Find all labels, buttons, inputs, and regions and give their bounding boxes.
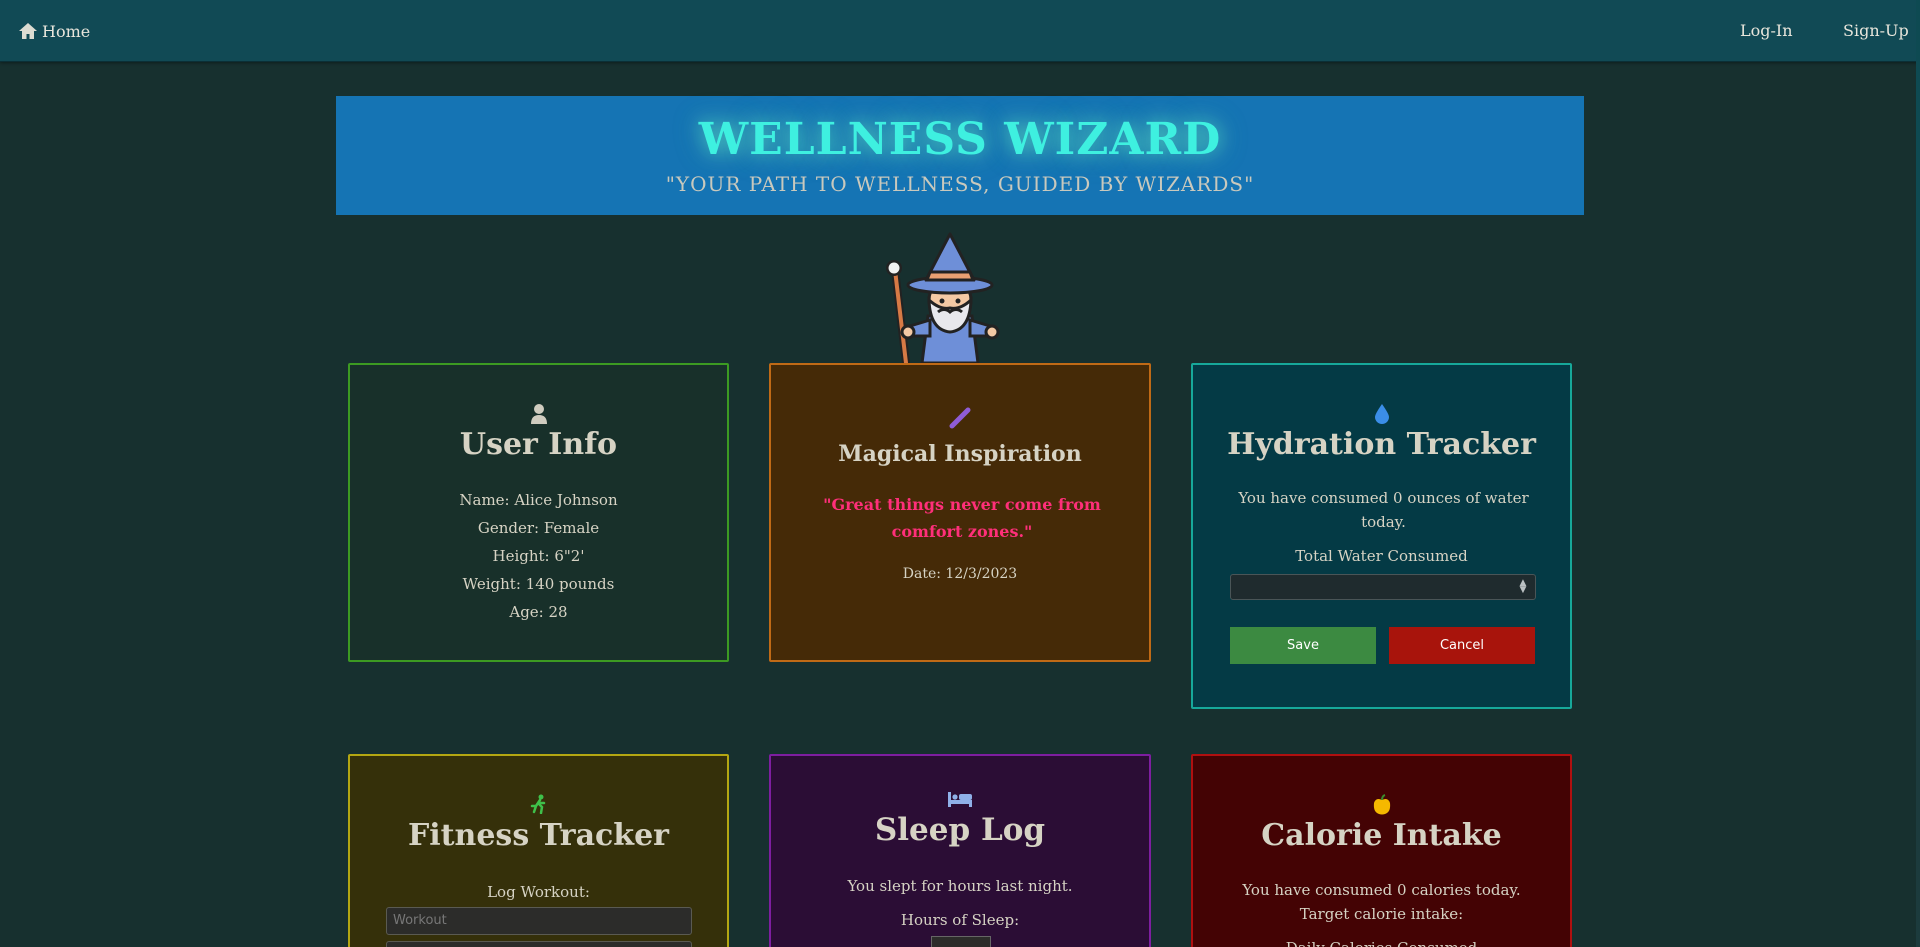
user-name: Name: Alice Johnson xyxy=(459,491,618,509)
home-link[interactable]: Home xyxy=(18,20,90,42)
apple-icon xyxy=(1193,794,1570,816)
fitness-card: Fitness Tracker Log Workout: Workout xyxy=(348,754,729,947)
bed-icon xyxy=(771,790,1149,808)
login-link[interactable]: Log-In xyxy=(1740,21,1793,40)
calorie-title: Calorie Intake xyxy=(1261,818,1502,853)
stepper-arrows-icon[interactable]: ▲ ▼ xyxy=(1519,579,1527,595)
log-workout-label: Log Workout: xyxy=(487,883,590,901)
user-info-card: User Info Name: Alice Johnson Gender: Fe… xyxy=(348,363,729,662)
sleep-title: Sleep Log xyxy=(874,812,1046,848)
cancel-button[interactable]: Cancel xyxy=(1389,627,1535,664)
signup-link[interactable]: Sign-Up xyxy=(1843,21,1909,40)
inspiration-quote: "Great things never come from comfort zo… xyxy=(823,495,1101,541)
hydration-status: You have consumed 0 ounces of water toda… xyxy=(1238,489,1529,531)
calorie-target-label: Target calorie intake: xyxy=(1299,905,1464,923)
user-info-title: User Info xyxy=(459,427,618,462)
water-drop-icon xyxy=(1193,403,1570,425)
wizard-mascot-icon xyxy=(886,232,1000,363)
top-navbar: Home Log-In Sign-Up xyxy=(0,0,1920,62)
user-age: Age: 28 xyxy=(509,603,568,621)
sleep-hours-label: Hours of Sleep: xyxy=(900,911,1020,929)
fitness-title: Fitness Tracker xyxy=(407,818,669,853)
inspiration-card: Magical Inspiration "Great things never … xyxy=(769,363,1151,662)
save-button[interactable]: Save xyxy=(1230,627,1376,664)
calorie-status: You have consumed 0 calories today. xyxy=(1242,881,1521,899)
home-link-label: Home xyxy=(42,21,91,41)
hydration-title: Hydration Tracker xyxy=(1227,427,1536,462)
inspiration-date: Date: 12/3/2023 xyxy=(902,566,1018,582)
user-height: Height: 6"2' xyxy=(492,547,585,565)
daily-calories-label: Daily Calories Consumed xyxy=(1193,936,1570,947)
scrollbar-thumb[interactable] xyxy=(1916,0,1920,640)
scrollbar-track[interactable] xyxy=(1916,0,1920,947)
sleep-card: Sleep Log You slept for hours last night… xyxy=(769,754,1151,947)
hydration-card: Hydration Tracker You have consumed 0 ou… xyxy=(1191,363,1572,709)
site-title: WELLNESS WIZARD xyxy=(698,114,1222,165)
water-amount-input[interactable]: ▲ ▼ xyxy=(1230,574,1536,600)
workout-duration-input[interactable] xyxy=(386,941,692,947)
user-icon xyxy=(350,403,727,425)
sleep-status: You slept for hours last night. xyxy=(847,877,1073,895)
inspiration-title: Magical Inspiration xyxy=(838,441,1082,467)
workout-placeholder: Workout xyxy=(393,913,447,928)
home-icon xyxy=(19,23,37,39)
user-gender: Gender: Female xyxy=(477,519,600,537)
header-banner: WELLNESS WIZARD "YOUR PATH TO WELLNESS, … xyxy=(336,96,1584,215)
sleep-hours-input[interactable] xyxy=(931,936,991,947)
water-field-label: Total Water Consumed xyxy=(1295,547,1468,565)
running-icon xyxy=(350,794,727,814)
site-tagline: "YOUR PATH TO WELLNESS, GUIDED BY WIZARD… xyxy=(665,172,1255,196)
workout-input[interactable]: Workout xyxy=(386,907,692,935)
user-weight: Weight: 140 pounds xyxy=(462,575,615,593)
calorie-card: Calorie Intake You have consumed 0 calor… xyxy=(1191,754,1572,947)
magic-wand-icon xyxy=(771,407,1149,429)
